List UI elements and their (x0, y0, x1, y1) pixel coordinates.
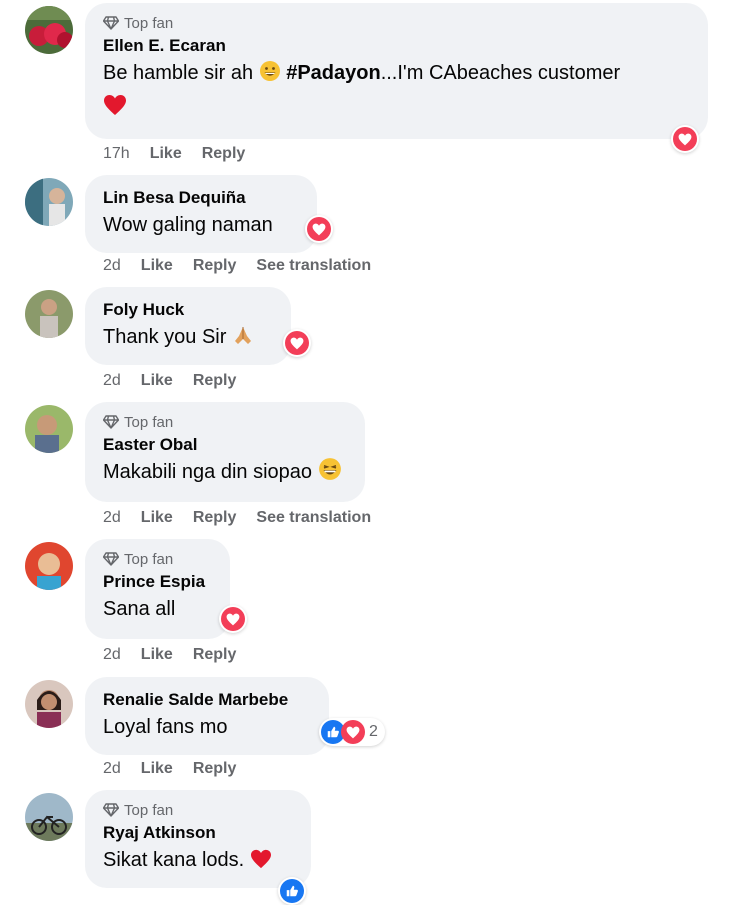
top-fan-diamond-icon (103, 16, 119, 30)
grinning-emoji-icon (259, 60, 281, 91)
comment-actions: 2d Like Reply (103, 372, 236, 390)
top-fan-label: Top fan (124, 14, 174, 32)
love-reaction-icon (285, 331, 309, 355)
top-fan-diamond-icon (103, 415, 119, 429)
avatar[interactable] (25, 178, 73, 226)
laughing-emoji-icon (318, 457, 342, 490)
timestamp[interactable]: 2d (103, 509, 121, 527)
reaction-summary[interactable] (283, 329, 311, 357)
love-reaction-icon (341, 720, 365, 744)
author-name[interactable]: Renalie Salde Marbebe (103, 688, 311, 712)
comment-text: Sikat kana lods. (103, 845, 293, 878)
author-name[interactable]: Prince Espia (103, 570, 212, 594)
comment-actions: 2d Like Reply (103, 646, 236, 664)
comment-bubble: Top fan Ellen E. Ecaran Be hamble sir ah… (85, 3, 708, 139)
reaction-summary[interactable] (278, 877, 306, 905)
author-name[interactable]: Foly Huck (103, 298, 273, 322)
reaction-count: 2 (369, 723, 378, 740)
timestamp[interactable]: 17h (103, 145, 130, 163)
top-fan-diamond-icon (103, 803, 119, 817)
reaction-summary[interactable] (305, 215, 333, 243)
author-name[interactable]: Ryaj Atkinson (103, 821, 293, 845)
see-translation-link[interactable]: See translation (256, 257, 371, 275)
like-button[interactable]: Like (141, 257, 173, 275)
like-button[interactable]: Like (141, 646, 173, 664)
avatar[interactable] (25, 680, 73, 728)
reply-button[interactable]: Reply (202, 145, 246, 163)
top-fan-diamond-icon (103, 552, 119, 566)
reply-button[interactable]: Reply (193, 646, 237, 664)
see-translation-link[interactable]: See translation (256, 509, 371, 527)
author-name[interactable]: Lin Besa Dequiña (103, 186, 299, 210)
avatar[interactable] (25, 290, 73, 338)
reply-button[interactable]: Reply (193, 257, 237, 275)
reply-button[interactable]: Reply (193, 760, 237, 778)
comment-bubble: Top fan Ryaj Atkinson Sikat kana lods. (85, 790, 311, 888)
comment-bubble: Renalie Salde Marbebe Loyal fans mo (85, 677, 329, 755)
hashtag-link[interactable]: #Padayon (286, 62, 380, 84)
red-heart-icon (250, 848, 272, 878)
comment-bubble: Lin Besa Dequiña Wow galing naman (85, 175, 317, 253)
reply-button[interactable]: Reply (193, 372, 237, 390)
comment-text: Be hamble sir ah #Padayon...I'm CAbeache… (103, 58, 690, 91)
comment-bubble: Top fan Prince Espia Sana all (85, 539, 230, 639)
folded-hands-emoji-icon (232, 324, 254, 355)
timestamp[interactable]: 2d (103, 760, 121, 778)
comment-actions: 2d Like Reply See translation (103, 257, 371, 275)
comment-text: Loyal fans mo (103, 716, 228, 738)
like-reaction-icon (280, 879, 304, 903)
love-reaction-icon (221, 607, 245, 631)
avatar[interactable] (25, 542, 73, 590)
top-fan-badge: Top fan (103, 12, 690, 34)
comment-text: Sana all (103, 598, 176, 620)
author-name[interactable]: Ellen E. Ecaran (103, 34, 690, 58)
comment-bubble: Foly Huck Thank you Sir (85, 287, 291, 365)
reaction-summary[interactable]: 2 (319, 718, 385, 746)
avatar[interactable] (25, 405, 73, 453)
reaction-summary[interactable] (671, 125, 699, 153)
comment-actions: 17h Like Reply (103, 145, 245, 163)
like-button[interactable]: Like (150, 145, 182, 163)
comment-actions: 2d Like Reply See translation (103, 509, 371, 527)
author-name[interactable]: Easter Obal (103, 433, 347, 457)
top-fan-badge: Top fan (103, 548, 212, 570)
top-fan-label: Top fan (124, 801, 174, 819)
love-reaction-icon (673, 127, 697, 151)
avatar[interactable] (25, 6, 73, 54)
timestamp[interactable]: 2d (103, 372, 121, 390)
like-button[interactable]: Like (141, 760, 173, 778)
top-fan-label: Top fan (124, 550, 174, 568)
comment-text: Thank you Sir (103, 322, 273, 355)
love-reaction-icon (307, 217, 331, 241)
avatar[interactable] (25, 793, 73, 841)
top-fan-badge: Top fan (103, 411, 347, 433)
reaction-summary[interactable] (219, 605, 247, 633)
comment-text: Makabili nga din siopao (103, 457, 347, 490)
timestamp[interactable]: 2d (103, 257, 121, 275)
comment-text: Wow galing naman (103, 214, 273, 236)
red-heart-icon (103, 94, 127, 121)
top-fan-label: Top fan (124, 413, 174, 431)
comment-actions: 2d Like Reply (103, 760, 236, 778)
timestamp[interactable]: 2d (103, 646, 121, 664)
like-button[interactable]: Like (141, 509, 173, 527)
reply-button[interactable]: Reply (193, 509, 237, 527)
top-fan-badge: Top fan (103, 799, 293, 821)
comment-bubble: Top fan Easter Obal Makabili nga din sio… (85, 402, 365, 502)
like-button[interactable]: Like (141, 372, 173, 390)
